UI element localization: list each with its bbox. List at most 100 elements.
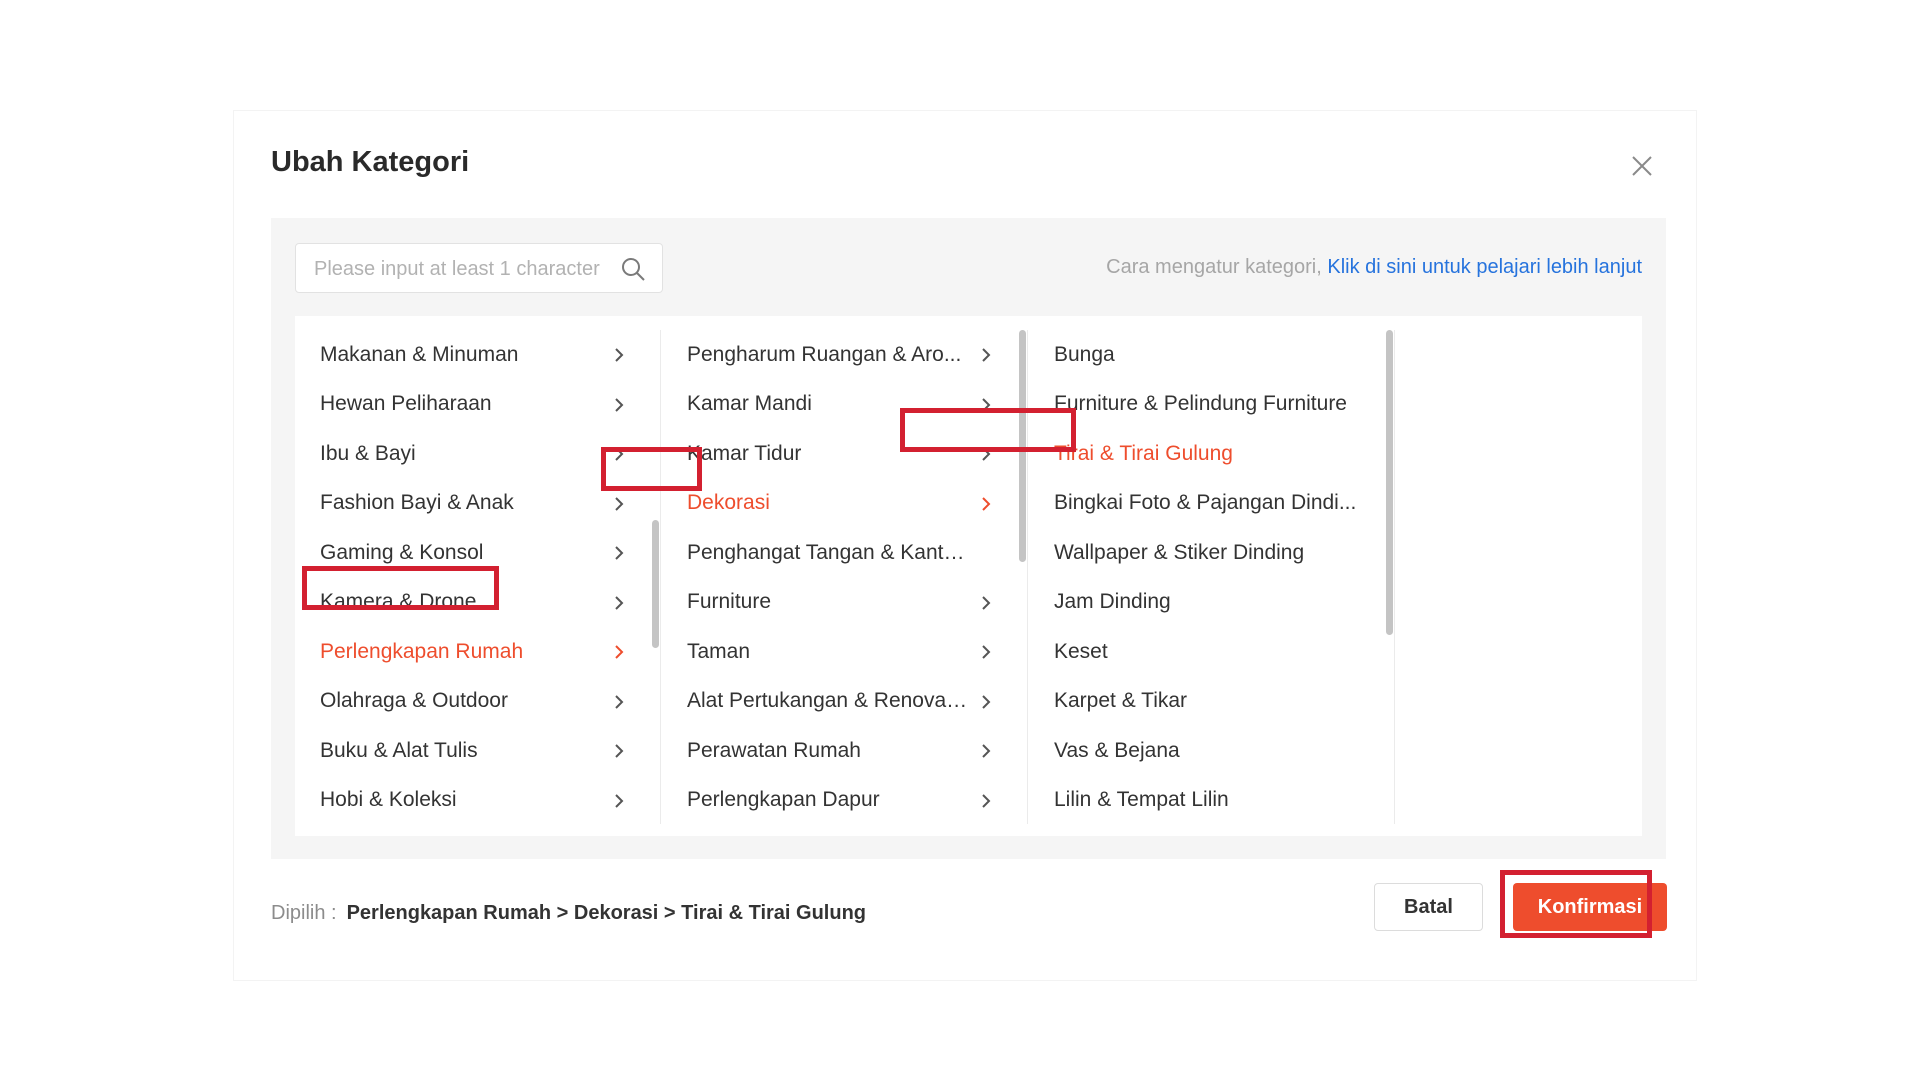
chevron-right-icon (610, 543, 628, 563)
chevron-right-icon (610, 593, 628, 613)
category-item-label: Bunga (1054, 342, 1115, 366)
category-item[interactable]: Perlengkapan Dapur (662, 776, 1027, 825)
category-item[interactable]: Alat Pertukangan & Renovas... (662, 677, 1027, 726)
category-item-label: Vas & Bejana (1054, 738, 1180, 762)
category-item[interactable]: Wallpaper & Stiker Dinding (1029, 528, 1394, 577)
category-item[interactable]: Buku & Alat Tulis (295, 726, 660, 775)
category-item[interactable]: Hobi & Koleksi (295, 776, 660, 825)
chevron-right-icon (977, 593, 995, 613)
category-item[interactable]: Furniture (662, 578, 1027, 627)
close-icon[interactable] (1627, 151, 1657, 181)
category-item-label: Tirai & Tirai Gulung (1054, 441, 1233, 465)
category-item[interactable]: Furniture & Pelindung Furniture (1029, 380, 1394, 429)
chevron-right-icon (610, 642, 628, 662)
category-item-label: Lilin & Tempat Lilin (1054, 788, 1229, 811)
category-item[interactable]: Ibu & Bayi (295, 429, 660, 478)
category-item-label: Perlengkapan Dapur (687, 788, 880, 811)
chevron-right-icon (977, 692, 995, 712)
chevron-right-icon (610, 345, 628, 365)
search-icon[interactable] (620, 256, 646, 282)
category-item-label: Furniture & Pelindung Furniture (1054, 392, 1347, 415)
category-item-label: Olahraga & Outdoor (320, 689, 508, 712)
chevron-right-icon (610, 791, 628, 811)
category-column-level-1: Makanan & Minuman Hewan Peliharaan Ibu & B… (295, 330, 661, 824)
category-item[interactable]: Hewan Peliharaan (295, 380, 660, 429)
selected-path: Perlengkapan Rumah > Dekorasi > Tirai & … (346, 902, 867, 924)
cancel-button[interactable]: Batal (1374, 883, 1483, 931)
category-column-level-2: Pengharum Ruangan & Aro... Kamar Mandi Kam… (662, 330, 1028, 824)
category-item[interactable]: Kamar Tidur (662, 429, 1027, 478)
help-prefix: Cara mengatur kategori, (1106, 256, 1322, 278)
category-item[interactable]: Tirai & Tirai Gulung (1029, 429, 1394, 478)
category-item-label: Furniture (687, 590, 772, 613)
category-item[interactable]: Jam Dinding (1029, 578, 1394, 627)
help-link[interactable]: Klik di sini untuk pelajari lebih lanjut (1327, 256, 1642, 278)
change-category-modal: Ubah Kategori Cara mengatur kategori, Kl… (233, 110, 1697, 981)
category-item-label: Bingkai Foto & Pajangan Dindi... (1054, 491, 1357, 514)
modal-title: Ubah Kategori (271, 146, 470, 178)
category-item-label: Dekorasi (687, 491, 770, 514)
chevron-right-icon (977, 444, 995, 464)
category-item-label: Gaming & Konsol (320, 540, 484, 564)
category-item[interactable]: Keset (1029, 627, 1394, 676)
category-item[interactable]: Pengharum Ruangan & Aro... (662, 330, 1027, 379)
chevron-right-icon (610, 741, 628, 761)
category-item-label: Hobi & Koleksi (320, 788, 457, 811)
category-item-label: Makanan & Minuman (320, 342, 519, 366)
category-item[interactable]: Kamar Mandi (662, 380, 1027, 429)
category-item[interactable]: Kamera & Drone (295, 578, 660, 627)
category-item-label: Hewan Peliharaan (320, 392, 492, 415)
chevron-right-icon (977, 642, 995, 662)
category-item-label: Alat Pertukangan & Renovas... (687, 689, 972, 712)
category-item[interactable]: Fashion Bayi & Anak (295, 479, 660, 528)
category-item[interactable]: Taman (662, 627, 1027, 676)
chevron-right-icon (977, 741, 995, 761)
category-search-input[interactable] (314, 254, 606, 284)
category-item[interactable]: Dekorasi (662, 479, 1027, 528)
category-item-label: Taman (687, 639, 751, 663)
category-item-label: Perawatan Rumah (687, 738, 861, 762)
selected-label: Dipilih : (271, 902, 337, 924)
category-item[interactable]: Gaming & Konsol (295, 528, 660, 577)
chevron-right-icon (977, 345, 995, 365)
help-text: Cara mengatur kategori, Klik di sini unt… (1106, 256, 1642, 279)
category-item[interactable]: Lilin & Tempat Lilin (1029, 776, 1394, 825)
category-item[interactable]: Makanan & Minuman (295, 330, 660, 379)
category-item[interactable]: Olahraga & Outdoor (295, 677, 660, 726)
category-columns: Makanan & Minuman Hewan Peliharaan Ibu & B… (295, 316, 1642, 836)
category-item-label: Buku & Alat Tulis (320, 738, 478, 762)
category-item-label: Wallpaper & Stiker Dinding (1054, 540, 1305, 564)
column-2-scrollbar[interactable] (1019, 330, 1026, 562)
category-search-box[interactable] (295, 243, 663, 293)
category-item-label: Kamar Tidur (687, 441, 802, 465)
category-item[interactable]: Perlengkapan Rumah (295, 627, 660, 676)
category-item-label: Penghangat Tangan & Kantong... (687, 540, 972, 564)
selected-category-summary: Dipilih : Perlengkapan Rumah > Dekorasi >… (271, 902, 866, 925)
column-1-scrollbar[interactable] (652, 520, 659, 648)
column-3-scrollbar[interactable] (1386, 330, 1393, 635)
chevron-right-icon (977, 791, 995, 811)
category-item[interactable]: Penghangat Tangan & Kantong... (662, 528, 1027, 577)
category-item-label: Jam Dinding (1054, 590, 1171, 613)
category-item-label: Pengharum Ruangan & Aro... (687, 342, 962, 366)
confirm-button[interactable]: Konfirmasi (1513, 883, 1667, 931)
category-item-label: Kamar Mandi (687, 392, 812, 415)
category-item-label: Karpet & Tikar (1054, 689, 1188, 712)
chevron-right-icon (610, 395, 628, 415)
category-item-label: Ibu & Bayi (320, 441, 416, 465)
category-item[interactable]: Karpet & Tikar (1029, 677, 1394, 726)
category-item-label: Fashion Bayi & Anak (320, 491, 514, 514)
category-item-label: Keset (1054, 639, 1108, 663)
category-item[interactable]: Perawatan Rumah (662, 726, 1027, 775)
category-item-label: Kamera & Drone (320, 590, 477, 613)
category-item-label: Perlengkapan Rumah (320, 639, 524, 663)
category-item[interactable]: Vas & Bejana (1029, 726, 1394, 775)
chevron-right-icon (610, 444, 628, 464)
chevron-right-icon (977, 494, 995, 514)
category-item[interactable]: Bingkai Foto & Pajangan Dindi... (1029, 479, 1394, 528)
category-panel: Cara mengatur kategori, Klik di sini unt… (271, 218, 1666, 859)
category-item[interactable]: Bunga (1029, 330, 1394, 379)
chevron-right-icon (977, 395, 995, 415)
chevron-right-icon (610, 494, 628, 514)
category-column-level-3: Bunga Furniture & Pelindung Furniture Tira… (1029, 330, 1395, 824)
